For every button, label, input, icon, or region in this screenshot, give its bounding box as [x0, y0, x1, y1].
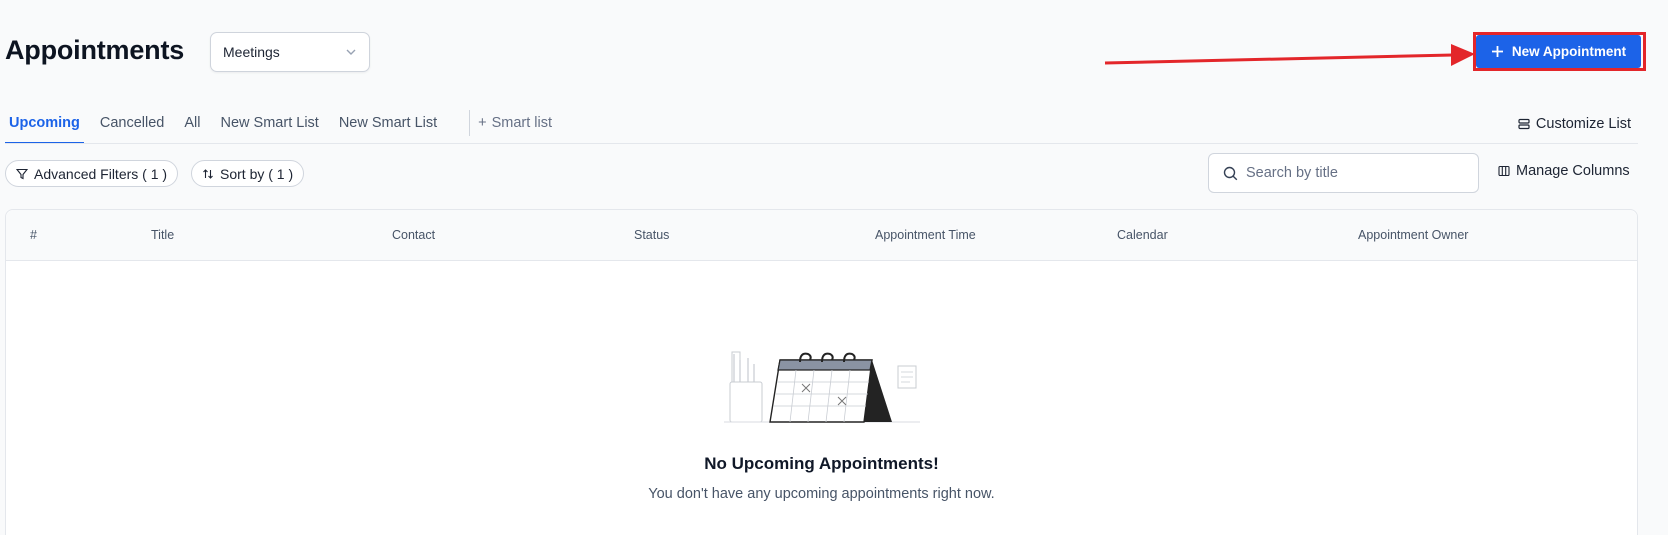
tab-upcoming[interactable]: Upcoming — [5, 106, 84, 144]
view-select-value: Meetings — [223, 44, 280, 60]
column-header-title[interactable]: Title — [151, 228, 174, 242]
new-appointment-button[interactable]: New Appointment — [1476, 35, 1641, 68]
customize-icon — [1518, 118, 1530, 130]
tab-new-smart-list-2[interactable]: New Smart List — [335, 106, 441, 144]
page-header: Appointments — [5, 30, 184, 70]
appointments-table: # Title Contact Status Appointment Time … — [5, 209, 1638, 535]
chevron-down-icon — [346, 49, 356, 55]
empty-state-subtitle: You don't have any upcoming appointments… — [648, 486, 995, 502]
sort-by-label: Sort by ( 1 ) — [220, 165, 294, 182]
manage-columns-button[interactable]: Manage Columns — [1498, 163, 1630, 179]
empty-state-title: No Upcoming Appointments! — [704, 454, 939, 473]
column-header-appointment-owner[interactable]: Appointment Owner — [1358, 228, 1468, 242]
advanced-filters-label: Advanced Filters ( 1 ) — [34, 165, 168, 182]
tabs-divider-line — [5, 143, 1638, 144]
column-header-calendar[interactable]: Calendar — [1117, 228, 1168, 242]
manage-columns-label: Manage Columns — [1516, 163, 1630, 179]
tab-cancelled[interactable]: Cancelled — [96, 106, 169, 144]
empty-state: No Upcoming Appointments! You don't have… — [6, 340, 1637, 502]
column-header-number[interactable]: # — [30, 228, 37, 242]
sort-icon — [203, 168, 213, 179]
calendar-illustration — [723, 351, 920, 423]
column-header-status[interactable]: Status — [634, 228, 669, 242]
plus-icon — [1491, 46, 1503, 57]
smart-list-tabs: Upcoming Cancelled All New Smart List Ne… — [5, 106, 556, 144]
plus-icon: + — [478, 115, 487, 131]
add-smart-list-button[interactable]: + Smart list — [478, 106, 556, 131]
tab-divider — [469, 110, 471, 136]
search-icon — [1223, 166, 1238, 180]
columns-icon — [1498, 165, 1510, 177]
customize-list-button[interactable]: Customize List — [1518, 116, 1631, 132]
sort-by-button[interactable]: Sort by ( 1 ) — [191, 160, 305, 187]
column-header-appointment-time[interactable]: Appointment Time — [875, 228, 976, 242]
tab-new-smart-list-1[interactable]: New Smart List — [217, 106, 323, 144]
tab-all[interactable]: All — [180, 106, 204, 144]
filter-icon — [16, 168, 28, 179]
new-appointment-label: New Appointment — [1511, 44, 1627, 59]
view-select-dropdown[interactable]: Meetings — [210, 32, 370, 72]
page-title: Appointments — [5, 34, 185, 65]
advanced-filters-button[interactable]: Advanced Filters ( 1 ) — [5, 160, 179, 187]
customize-list-label: Customize List — [1535, 116, 1631, 132]
search-input[interactable] — [1246, 165, 1466, 181]
add-smart-list-label: Smart list — [491, 115, 553, 131]
search-box — [1208, 153, 1479, 193]
table-header: # Title Contact Status Appointment Time … — [6, 210, 1637, 261]
annotation-arrow — [1104, 44, 1475, 66]
column-header-contact[interactable]: Contact — [392, 228, 435, 242]
